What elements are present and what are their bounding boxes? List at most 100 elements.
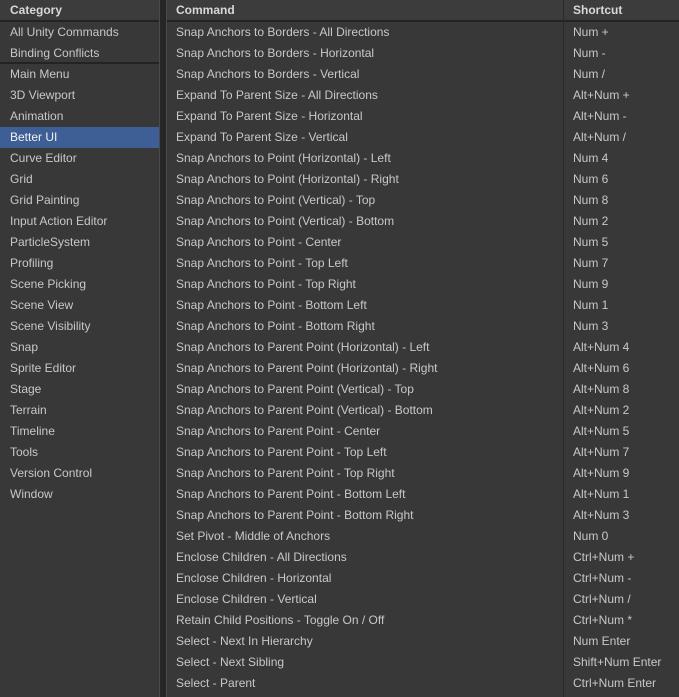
shortcut-column-header[interactable]: Shortcut [563, 0, 679, 20]
command-column-header[interactable]: Command [167, 0, 563, 20]
command-cell: Snap Anchors to Parent Point - Top Left [167, 442, 563, 463]
command-cell: Enclose Children - All Directions [167, 547, 563, 568]
shortcut-row[interactable]: Set Pivot - Middle of Anchors Num 0 [167, 526, 679, 547]
shortcut-cell: Ctrl+Num * [563, 610, 679, 631]
category-item[interactable]: Terrain [0, 400, 159, 421]
shortcut-cell: Alt+Num 8 [563, 379, 679, 400]
command-cell: Snap Anchors to Point (Vertical) - Botto… [167, 211, 563, 232]
shortcut-row[interactable]: Snap Anchors to Point - Top Right Num 9 [167, 274, 679, 295]
category-item[interactable]: Curve Editor [0, 148, 159, 169]
category-item[interactable]: Grid [0, 169, 159, 190]
shortcut-cell: Alt+Num 4 [563, 337, 679, 358]
shortcut-cell: Num + [563, 22, 679, 43]
shortcut-cell: Num 4 [563, 148, 679, 169]
shortcut-cell: Num 8 [563, 190, 679, 211]
shortcut-list: Snap Anchors to Borders - All Directions… [167, 22, 679, 694]
command-cell: Expand To Parent Size - All Directions [167, 85, 563, 106]
command-cell: Snap Anchors to Parent Point - Bottom Ri… [167, 505, 563, 526]
category-item[interactable]: Scene Picking [0, 274, 159, 295]
shortcut-row[interactable]: Snap Anchors to Parent Point (Vertical) … [167, 400, 679, 421]
shortcut-cell: Alt+Num 2 [563, 400, 679, 421]
shortcut-row[interactable]: Snap Anchors to Parent Point - Top Right… [167, 463, 679, 484]
category-list: All Unity CommandsBinding ConflictsMain … [0, 22, 159, 505]
shortcut-row[interactable]: Expand To Parent Size - Vertical Alt+Num… [167, 127, 679, 148]
command-cell: Expand To Parent Size - Horizontal [167, 106, 563, 127]
shortcut-cell: Num 6 [563, 169, 679, 190]
shortcut-row[interactable]: Snap Anchors to Point (Vertical) - Botto… [167, 211, 679, 232]
command-cell: Snap Anchors to Point - Top Right [167, 274, 563, 295]
category-item[interactable]: Better UI [0, 127, 159, 148]
category-item[interactable]: Stage [0, 379, 159, 400]
command-cell: Snap Anchors to Point (Horizontal) - Lef… [167, 148, 563, 169]
shortcut-cell: Alt+Num / [563, 127, 679, 148]
shortcut-row[interactable]: Snap Anchors to Borders - Horizontal Num… [167, 43, 679, 64]
shortcut-row[interactable]: Enclose Children - Horizontal Ctrl+Num - [167, 568, 679, 589]
shortcut-row[interactable]: Snap Anchors to Point - Bottom Right Num… [167, 316, 679, 337]
shortcut-row[interactable]: Retain Child Positions - Toggle On / Off… [167, 610, 679, 631]
shortcut-row[interactable]: Expand To Parent Size - Horizontal Alt+N… [167, 106, 679, 127]
shortcut-cell: Num 2 [563, 211, 679, 232]
shortcut-row[interactable]: Snap Anchors to Point - Center Num 5 [167, 232, 679, 253]
shortcut-row[interactable]: Select - Parent Ctrl+Num Enter [167, 673, 679, 694]
shortcut-row[interactable]: Snap Anchors to Borders - Vertical Num / [167, 64, 679, 85]
command-cell: Snap Anchors to Parent Point - Bottom Le… [167, 484, 563, 505]
shortcut-cell: Alt+Num 1 [563, 484, 679, 505]
shortcut-row[interactable]: Snap Anchors to Parent Point (Vertical) … [167, 379, 679, 400]
shortcut-row[interactable]: Select - Next In Hierarchy Num Enter [167, 631, 679, 652]
category-item[interactable]: Input Action Editor [0, 211, 159, 232]
command-cell: Select - Parent [167, 673, 563, 694]
category-item[interactable]: Scene Visibility [0, 316, 159, 337]
shortcut-row[interactable]: Snap Anchors to Parent Point - Bottom Le… [167, 484, 679, 505]
category-column-header: Category [0, 0, 159, 22]
shortcut-row[interactable]: Snap Anchors to Point (Horizontal) - Lef… [167, 148, 679, 169]
shortcut-cell: Alt+Num 6 [563, 358, 679, 379]
category-item[interactable]: ParticleSystem [0, 232, 159, 253]
command-cell: Snap Anchors to Parent Point - Center [167, 421, 563, 442]
command-cell: Snap Anchors to Parent Point (Vertical) … [167, 379, 563, 400]
shortcut-manager-window: Category All Unity CommandsBinding Confl… [0, 0, 679, 697]
command-cell: Snap Anchors to Parent Point (Vertical) … [167, 400, 563, 421]
column-divider [563, 0, 564, 697]
shortcut-row[interactable]: Snap Anchors to Point - Bottom Left Num … [167, 295, 679, 316]
shortcut-row[interactable]: Snap Anchors to Point - Top Left Num 7 [167, 253, 679, 274]
shortcut-cell: Alt+Num 9 [563, 463, 679, 484]
shortcut-panel: Command Shortcut Snap Anchors to Borders… [166, 0, 679, 697]
category-item[interactable]: Timeline [0, 421, 159, 442]
shortcut-cell: Num 7 [563, 253, 679, 274]
shortcut-row[interactable]: Snap Anchors to Parent Point (Horizontal… [167, 358, 679, 379]
category-item[interactable]: Binding Conflicts [0, 43, 159, 64]
category-item[interactable]: 3D Viewport [0, 85, 159, 106]
category-item[interactable]: Snap [0, 337, 159, 358]
category-item[interactable]: Profiling [0, 253, 159, 274]
shortcut-row[interactable]: Enclose Children - Vertical Ctrl+Num / [167, 589, 679, 610]
shortcut-row[interactable]: Snap Anchors to Borders - All Directions… [167, 22, 679, 43]
category-item[interactable]: Animation [0, 106, 159, 127]
shortcut-cell: Alt+Num - [563, 106, 679, 127]
category-item[interactable]: All Unity Commands [0, 22, 159, 43]
shortcut-cell: Ctrl+Num Enter [563, 673, 679, 694]
shortcut-row[interactable]: Expand To Parent Size - All Directions A… [167, 85, 679, 106]
category-item[interactable]: Main Menu [0, 64, 159, 85]
category-item[interactable]: Scene View [0, 295, 159, 316]
command-cell: Select - Next Sibling [167, 652, 563, 673]
shortcut-row[interactable]: Snap Anchors to Parent Point - Center Al… [167, 421, 679, 442]
shortcut-row[interactable]: Snap Anchors to Point (Horizontal) - Rig… [167, 169, 679, 190]
shortcut-row[interactable]: Snap Anchors to Parent Point (Horizontal… [167, 337, 679, 358]
category-item[interactable]: Version Control [0, 463, 159, 484]
shortcut-row[interactable]: Snap Anchors to Parent Point - Bottom Ri… [167, 505, 679, 526]
shortcut-row[interactable]: Snap Anchors to Parent Point - Top Left … [167, 442, 679, 463]
category-item[interactable]: Sprite Editor [0, 358, 159, 379]
shortcut-row[interactable]: Enclose Children - All Directions Ctrl+N… [167, 547, 679, 568]
command-cell: Snap Anchors to Borders - All Directions [167, 22, 563, 43]
category-item[interactable]: Tools [0, 442, 159, 463]
shortcut-cell: Num 1 [563, 295, 679, 316]
command-cell: Snap Anchors to Point - Center [167, 232, 563, 253]
shortcut-cell: Ctrl+Num + [563, 547, 679, 568]
category-item[interactable]: Grid Painting [0, 190, 159, 211]
shortcut-row[interactable]: Snap Anchors to Point (Vertical) - Top N… [167, 190, 679, 211]
command-cell: Snap Anchors to Borders - Horizontal [167, 43, 563, 64]
shortcut-row[interactable]: Select - Next Sibling Shift+Num Enter [167, 652, 679, 673]
command-cell: Snap Anchors to Point - Bottom Left [167, 295, 563, 316]
shortcut-cell: Alt+Num + [563, 85, 679, 106]
category-item[interactable]: Window [0, 484, 159, 505]
